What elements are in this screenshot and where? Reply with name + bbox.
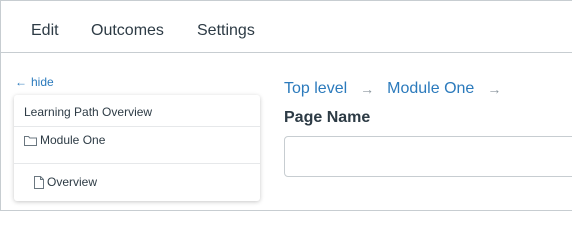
tree-item-overview[interactable]: Overview bbox=[14, 164, 260, 200]
breadcrumb: Top level → Module One → bbox=[284, 80, 514, 98]
tab-edit[interactable]: Edit bbox=[31, 22, 59, 40]
tab-outcomes[interactable]: Outcomes bbox=[91, 22, 164, 40]
breadcrumb-module-one[interactable]: Module One bbox=[387, 80, 474, 98]
breadcrumb-top-level[interactable]: Top level bbox=[284, 80, 347, 98]
tree-item-label: Overview bbox=[47, 175, 98, 189]
tab-settings[interactable]: Settings bbox=[197, 22, 255, 40]
tree-item-module-one[interactable]: Module One bbox=[14, 127, 260, 164]
tree-header: Learning Path Overview bbox=[14, 95, 260, 127]
arrow-right-icon: → bbox=[487, 81, 502, 97]
tree-item-label: Module One bbox=[40, 133, 106, 147]
document-icon bbox=[34, 175, 44, 189]
page-name-input[interactable] bbox=[284, 136, 572, 177]
arrow-right-icon: → bbox=[360, 81, 375, 97]
hide-label: hide bbox=[31, 75, 54, 89]
hide-sidebar-link[interactable]: ← hide bbox=[15, 75, 54, 89]
arrow-left-icon: ← bbox=[15, 75, 27, 89]
page-name-label: Page Name bbox=[284, 109, 371, 126]
folder-icon bbox=[24, 135, 37, 146]
tab-bar: Edit Outcomes Settings bbox=[0, 0, 572, 53]
learning-path-tree: Learning Path Overview Module One Overvi… bbox=[14, 95, 260, 201]
